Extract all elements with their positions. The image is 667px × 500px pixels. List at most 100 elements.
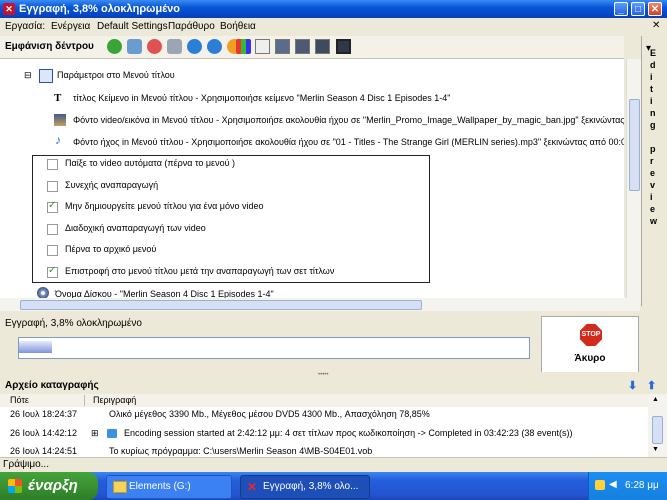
system-tray: ◀ 6:28 μμ (588, 472, 667, 500)
collapse-icon[interactable]: ⊟ (24, 69, 32, 81)
preview-letter: v (650, 180, 656, 190)
task-label: Elements (G:) (129, 481, 191, 492)
tree-vertical-scrollbar[interactable] (626, 59, 641, 303)
progress-panel: Εγγραφή, 3,8% ολοκληρωμένο STOP Άκυρο (0, 312, 667, 376)
move-down-icon[interactable] (187, 39, 202, 54)
preview-letter: i (650, 192, 653, 202)
preview-letter: n (650, 108, 656, 118)
scroll-up-icon[interactable]: ▲ (652, 396, 659, 403)
tray-app-icon[interactable] (595, 480, 605, 490)
image-icon (54, 114, 66, 126)
menu-item-help[interactable]: Βοήθεια (220, 21, 256, 33)
tree-view-title: Εμφάνιση δέντρου (5, 41, 94, 52)
log-time: 26 Ιουλ 14:24:51 (10, 446, 77, 456)
hscroll-thumb[interactable] (20, 300, 422, 310)
stop-icon: STOP (580, 324, 602, 346)
log-time: 26 Ιουλ 14:42:12 (10, 428, 77, 438)
preview-letter: i (650, 72, 653, 82)
tree-item-menu-params[interactable]: Παράμετροι στο Μενού τίτλου (57, 69, 175, 81)
progress-bar (18, 337, 530, 359)
log-title: Αρχείο καταγραφής (5, 380, 99, 391)
view-monitor-icon[interactable] (275, 39, 290, 54)
music-note-icon: ♪ (55, 133, 61, 147)
tree-item-title-text[interactable]: τίτλος Κείμενο in Μενού τίτλου - Χρησιμο… (73, 92, 450, 104)
preview-letter: i (650, 96, 653, 106)
options-highlight-box (32, 155, 430, 283)
properties-icon[interactable] (167, 39, 182, 54)
menu-bar: Εργασία: Ενέργεια Default Settings Παράθ… (0, 18, 667, 36)
preview-letter: r (650, 156, 654, 166)
log-column-header: Πότε Περιγραφή (0, 394, 648, 408)
editing-preview-panel[interactable]: ▾ Editingpreview (641, 36, 667, 306)
menu-item-action[interactable]: Ενέργεια (51, 21, 90, 33)
move-up-icon[interactable] (207, 39, 222, 54)
scroll-thumb[interactable] (629, 99, 640, 191)
menu-item-default-settings[interactable]: Default Settings (97, 21, 168, 33)
start-label: έναρξη (28, 477, 78, 494)
expand-icon[interactable]: ⊞ (91, 426, 99, 441)
tree-item-background-video[interactable]: Φόντο video/εικόνα in Μενού τίτλου - Χρη… (73, 114, 624, 126)
view-compact-icon[interactable] (315, 39, 330, 54)
tree-horizontal-scrollbar[interactable] (0, 298, 640, 311)
start-button[interactable]: έναρξη (0, 472, 98, 500)
view-list-icon[interactable] (255, 39, 270, 54)
session-icon (107, 429, 117, 438)
cancel-label: Άκυρο (574, 353, 606, 364)
log-desc: Το κυρίως πρόγραμμα: C:\users\Merlin Sea… (109, 446, 373, 456)
preview-letter: e (650, 168, 656, 178)
col-desc-header[interactable]: Περιγραφή (93, 394, 136, 407)
task-burning[interactable]: ✕ Εγγραφή, 3,8% ολο... (240, 475, 370, 499)
volume-icon[interactable]: ◀ (609, 479, 617, 490)
progress-label: Εγγραφή, 3,8% ολοκληρωμένο (5, 318, 142, 329)
view-full-icon[interactable] (336, 39, 351, 54)
tree-item-background-audio[interactable]: Φόντο ήχος in Μενού τίτλου - Χρησιμοποιή… (73, 136, 624, 148)
log-list[interactable]: 26 Ιουλ 18:24:37 Ολικό μέγεθος 3390 Mb.,… (0, 407, 648, 457)
log-up-arrow-icon[interactable]: ⬆ (647, 379, 656, 392)
close-button[interactable]: ✕ (648, 2, 662, 16)
col-time-header[interactable]: Πότε (10, 394, 29, 407)
log-scroll-thumb[interactable] (652, 416, 663, 444)
log-time: 26 Ιουλ 18:24:37 (10, 409, 77, 419)
col-divider[interactable] (84, 395, 85, 406)
add-icon[interactable] (107, 39, 122, 54)
taskbar: έναρξη Elements (G:) ✕ Εγγραφή, 3,8% ολο… (0, 472, 667, 500)
preview-letter: p (650, 144, 656, 154)
text-icon: T (54, 92, 62, 104)
menu-item-task[interactable]: Εργασία: (5, 21, 45, 33)
task-elements[interactable]: Elements (G:) (106, 475, 232, 499)
maximize-button[interactable]: □ (631, 2, 645, 16)
preview-letter: w (650, 216, 658, 226)
preview-letter: t (650, 84, 653, 94)
delete-icon[interactable] (147, 39, 162, 54)
mdi-close-icon[interactable]: ✕ (652, 20, 660, 32)
progress-fill (19, 341, 53, 353)
title-bar[interactable]: ✕ Εγγραφή, 3,8% ολοκληρωμένο _ □ ✕ (0, 0, 667, 18)
minimize-button[interactable]: _ (614, 2, 628, 16)
windows-logo-icon (8, 479, 22, 493)
log-desc: Ολικό μέγεθος 3390 Mb., Μέγεθος μέσου DV… (109, 409, 430, 419)
edit-icon[interactable] (127, 39, 142, 54)
app-icon: ✕ (3, 3, 15, 15)
cancel-button[interactable]: STOP Άκυρο (541, 316, 639, 376)
log-row[interactable]: 26 Ιουλ 14:24:51 Το κυρίως πρόγραμμα: C:… (0, 444, 648, 457)
app-icon: ✕ (247, 480, 258, 494)
log-row[interactable]: 26 Ιουλ 14:42:12 ⊞ Encoding session star… (0, 426, 648, 441)
tree-toolbar: Εμφάνιση δέντρου (0, 36, 624, 59)
clock: 6:28 μμ (625, 480, 659, 491)
preview-letter: d (650, 60, 656, 70)
log-down-arrow-icon[interactable]: ⬇ (628, 379, 637, 392)
menu-item-window[interactable]: Παράθυρο (168, 21, 215, 33)
menu-params-icon (39, 69, 53, 83)
status-text: Γράψιμο... (3, 459, 49, 470)
task-label: Εγγραφή, 3,8% ολο... (263, 481, 359, 492)
folder-icon (113, 481, 127, 493)
log-vertical-scrollbar[interactable]: ▲ ▼ (648, 394, 667, 457)
scroll-down-icon[interactable]: ▼ (652, 446, 659, 453)
status-bar: Γράψιμο... (0, 457, 667, 473)
color-icon[interactable] (236, 39, 251, 54)
log-row[interactable]: 26 Ιουλ 18:24:37 Ολικό μέγεθος 3390 Mb.,… (0, 407, 648, 422)
view-detail-icon[interactable] (295, 39, 310, 54)
log-desc: Encoding session started at 2:42:12 μμ: … (124, 428, 573, 438)
window-title: Εγγραφή, 3,8% ολοκληρωμένο (19, 3, 180, 15)
preview-letter: g (650, 120, 656, 130)
